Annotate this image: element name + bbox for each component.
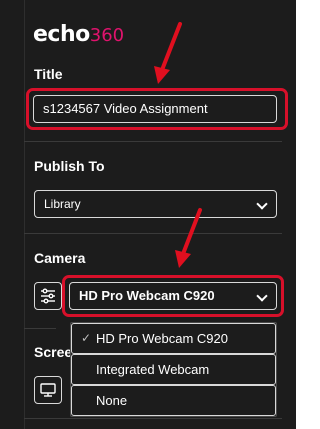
red-arrow-annotation (175, 208, 202, 268)
title-input[interactable]: s1234567 Video Assignment (33, 95, 277, 123)
title-label: Title (34, 66, 63, 82)
check-icon: ✓ (81, 331, 92, 345)
camera-option-integrated[interactable]: Integrated Webcam (71, 354, 276, 385)
camera-select[interactable]: HD Pro Webcam C920 (69, 282, 277, 310)
camera-settings-button[interactable] (34, 282, 62, 310)
publish-to-select[interactable]: Library (34, 190, 277, 218)
camera-label: Camera (34, 250, 86, 266)
screen-label: Scree (34, 344, 73, 360)
chevron-down-icon (256, 290, 268, 302)
camera-option-none[interactable]: None (71, 385, 276, 416)
section-divider (24, 233, 282, 234)
section-divider (24, 418, 282, 419)
publish-to-label: Publish To (34, 158, 105, 174)
section-divider (24, 141, 282, 142)
screen-settings-button[interactable] (34, 376, 62, 404)
panel-divider (24, 0, 25, 429)
monitor-icon (40, 383, 56, 397)
echo360-logo: echo360 (33, 22, 125, 47)
chevron-down-icon (256, 198, 268, 210)
red-arrow-annotation (154, 22, 182, 84)
side-panel: echo360 Title s1234567 Video Assignment … (0, 0, 300, 429)
section-divider (24, 328, 56, 329)
publish-to-value: Library (44, 197, 81, 211)
camera-dropdown-menu: ✓ HD Pro Webcam C920 Integrated Webcam N… (70, 322, 277, 417)
camera-option-hd-pro[interactable]: ✓ HD Pro Webcam C920 (71, 323, 276, 354)
sliders-icon (41, 288, 55, 304)
camera-value: HD Pro Webcam C920 (79, 288, 215, 303)
